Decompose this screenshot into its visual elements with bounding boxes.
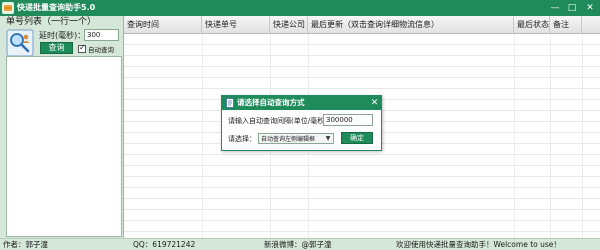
app-icon xyxy=(2,2,14,14)
delay-input[interactable] xyxy=(84,29,119,41)
mode-select[interactable]: 自动查询左侧编辑框 ▼ xyxy=(258,133,334,144)
column-divider xyxy=(550,34,551,238)
check-icon: ✓ xyxy=(79,42,86,52)
mode-select-label: 请选择： xyxy=(228,135,256,143)
close-icon[interactable]: ✕ xyxy=(583,2,597,14)
header-filler xyxy=(582,16,600,34)
dialog-title: 请选择自动查询方式 xyxy=(237,98,305,107)
auto-query-label: 自动查询 xyxy=(88,45,114,54)
dialog-title-bar: 请选择自动查询方式 ✕ xyxy=(222,96,381,110)
header-last-update[interactable]: 最后更新（双击查询详细物流信息） xyxy=(308,16,514,34)
delay-label: 延时(毫秒)： xyxy=(39,31,86,40)
author-text: 作者：郭子潼 xyxy=(3,240,48,249)
header-courier[interactable]: 快递公司 xyxy=(270,16,308,34)
minimize-icon[interactable]: — xyxy=(548,2,562,14)
app-window: 快递批量查询助手5.0 — □ ✕ 单号列表（一行一个） 延时(毫秒)： 查询 … xyxy=(0,0,600,250)
document-icon xyxy=(226,98,234,108)
order-number-input[interactable] xyxy=(6,56,122,237)
column-divider xyxy=(202,34,203,238)
weibo-text[interactable]: 新浪微博：@郭子潼 xyxy=(264,240,332,250)
maximize-icon[interactable]: □ xyxy=(565,2,579,14)
magnifier-person-icon xyxy=(6,29,34,57)
header-remark[interactable]: 备注 xyxy=(550,16,582,34)
header-tracking-number[interactable]: 快递单号 xyxy=(202,16,270,34)
column-divider xyxy=(514,34,515,238)
window-title: 快递批量查询助手5.0 xyxy=(17,3,96,12)
column-divider xyxy=(582,34,583,238)
header-query-time[interactable]: 查询时间 xyxy=(124,16,202,34)
order-list-title: 单号列表（一行一个） xyxy=(6,17,97,27)
auto-query-checkbox[interactable]: ✓ xyxy=(78,42,86,53)
status-bar: 作者：郭子潼 QQ：619721242 新浪微博：@郭子潼 欢迎使用快递批量查询… xyxy=(0,238,600,250)
order-list-panel: 单号列表（一行一个） 延时(毫秒)： 查询 ✓ 自动查询 xyxy=(0,16,122,238)
mode-select-value: 自动查询左侧编辑框 xyxy=(261,136,316,143)
confirm-button[interactable]: 确定 xyxy=(341,132,373,144)
qq-text: QQ：619721242 xyxy=(133,240,196,249)
table-header: 查询时间 快递单号 快递公司 最后更新（双击查询详细物流信息） 最后状态 备注 xyxy=(124,16,600,34)
header-last-status[interactable]: 最后状态 xyxy=(514,16,550,34)
interval-label: 请输入自动查询间隔(单位/毫秒)： xyxy=(228,117,334,125)
dialog-close-icon[interactable]: ✕ xyxy=(369,97,380,109)
auto-query-checkbox-group[interactable]: ✓ 自动查询 xyxy=(78,43,114,54)
interval-input[interactable] xyxy=(323,114,373,126)
auto-query-dialog: 请选择自动查询方式 ✕ 请输入自动查询间隔(单位/毫秒)： 请选择： 自动查询左… xyxy=(221,95,382,151)
chevron-down-icon[interactable]: ▼ xyxy=(324,134,332,143)
welcome-text: 欢迎使用快递批量查询助手！Welcome to use！ xyxy=(396,240,561,249)
query-button[interactable]: 查询 xyxy=(40,42,73,54)
title-bar: 快递批量查询助手5.0 — □ ✕ xyxy=(0,0,600,16)
